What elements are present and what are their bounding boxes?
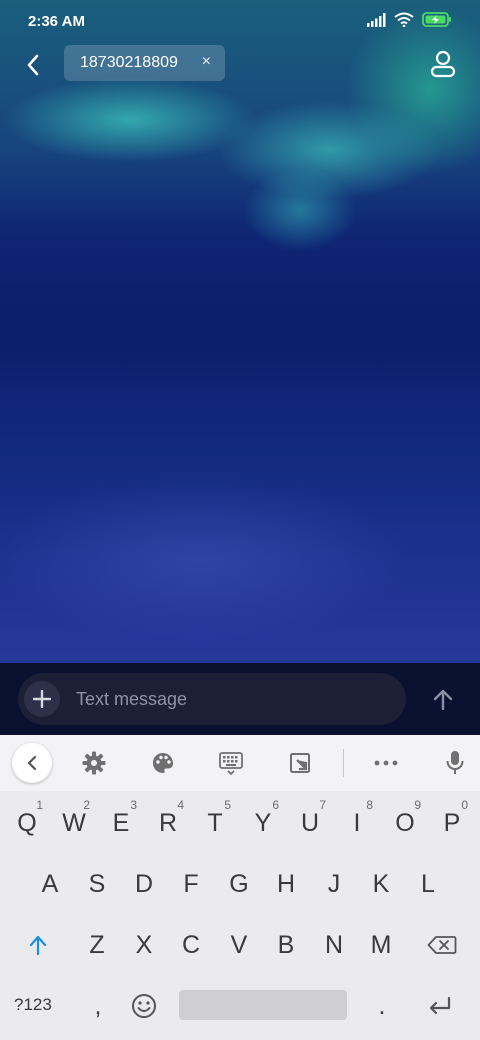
- key-n[interactable]: N: [312, 920, 356, 970]
- backspace-icon: [427, 936, 457, 954]
- key-v[interactable]: V: [217, 920, 261, 970]
- person-icon[interactable]: [430, 50, 456, 78]
- comma-key[interactable]: ,: [76, 981, 120, 1031]
- resize-icon: [290, 753, 310, 773]
- theme-button[interactable]: [149, 749, 177, 777]
- status-bar: 2:36 AM: [0, 0, 480, 44]
- period-key[interactable]: .: [360, 981, 404, 1031]
- key-g[interactable]: G: [217, 859, 261, 909]
- key-t[interactable]: T5: [193, 798, 237, 848]
- key-w[interactable]: W2: [52, 798, 96, 848]
- back-button[interactable]: [16, 48, 50, 82]
- key-o[interactable]: O9: [383, 798, 427, 848]
- key-y[interactable]: Y6: [241, 798, 285, 848]
- settings-button[interactable]: [80, 749, 108, 777]
- key-l[interactable]: L: [406, 859, 450, 909]
- shift-key[interactable]: [16, 920, 60, 970]
- gear-icon: [82, 751, 106, 775]
- key-r[interactable]: R4: [146, 798, 190, 848]
- key-j[interactable]: J: [312, 859, 356, 909]
- remove-recipient-icon[interactable]: ×: [202, 53, 211, 71]
- enter-icon: [429, 996, 451, 1015]
- key-x[interactable]: X: [122, 920, 166, 970]
- key-b[interactable]: B: [264, 920, 308, 970]
- chevron-left-icon: [27, 755, 37, 771]
- voice-input-button[interactable]: [441, 749, 469, 777]
- compose-bar: Text message: [0, 663, 480, 735]
- emoji-key[interactable]: [122, 981, 166, 1031]
- resize-button[interactable]: [286, 749, 314, 777]
- plus-icon: [33, 690, 51, 708]
- send-button[interactable]: [430, 687, 456, 713]
- keyboard: Q1 W2 E3 R4 T5 Y6 U7 I8 O9 P0 A S D F G …: [0, 735, 480, 1040]
- message-placeholder: Text message: [76, 689, 188, 709]
- key-h[interactable]: H: [264, 859, 308, 909]
- back-arrow-icon: [27, 54, 39, 76]
- key-s[interactable]: S: [75, 859, 119, 909]
- emoji-icon: [132, 994, 156, 1018]
- toolbar-divider: [343, 749, 344, 777]
- key-k[interactable]: K: [359, 859, 403, 909]
- enter-key[interactable]: [418, 981, 462, 1031]
- key-f[interactable]: F: [169, 859, 213, 909]
- keyboard-icon: [219, 752, 243, 776]
- conversation-wallpaper: [0, 0, 480, 735]
- keyboard-toolbar: [0, 735, 480, 791]
- key-a[interactable]: A: [28, 859, 72, 909]
- more-icon: [374, 760, 398, 766]
- key-d[interactable]: D: [122, 859, 166, 909]
- key-p[interactable]: P0: [430, 798, 474, 848]
- shift-arrow-icon: [29, 935, 47, 956]
- arrow-up-icon: [433, 689, 453, 711]
- collapse-toolbar-button[interactable]: [12, 743, 52, 783]
- backspace-key[interactable]: [420, 920, 464, 970]
- message-input[interactable]: Text message: [18, 673, 406, 725]
- more-button[interactable]: [372, 749, 400, 777]
- space-key[interactable]: [179, 990, 347, 1020]
- symbols-key[interactable]: ?123: [14, 990, 52, 1020]
- key-c[interactable]: C: [169, 920, 213, 970]
- key-q[interactable]: Q1: [5, 798, 49, 848]
- wifi-icon: [394, 12, 414, 27]
- palette-icon: [153, 753, 173, 773]
- recipient-number: 18730218809: [80, 54, 178, 71]
- battery-charging-icon: [422, 12, 451, 27]
- microphone-icon: [446, 751, 464, 774]
- recipient-chip[interactable]: 18730218809 ×: [64, 45, 225, 81]
- signal-icon: [367, 12, 386, 27]
- keyboard-layout-button[interactable]: [217, 749, 245, 777]
- key-e[interactable]: E3: [99, 798, 143, 848]
- key-i[interactable]: I8: [335, 798, 379, 848]
- status-time: 2:36 AM: [28, 13, 85, 30]
- status-icons: [367, 12, 452, 27]
- conversation-header: 18730218809 ×: [0, 44, 480, 92]
- key-m[interactable]: M: [359, 920, 403, 970]
- key-z[interactable]: Z: [75, 920, 119, 970]
- key-u[interactable]: U7: [288, 798, 332, 848]
- attach-button[interactable]: [24, 681, 60, 717]
